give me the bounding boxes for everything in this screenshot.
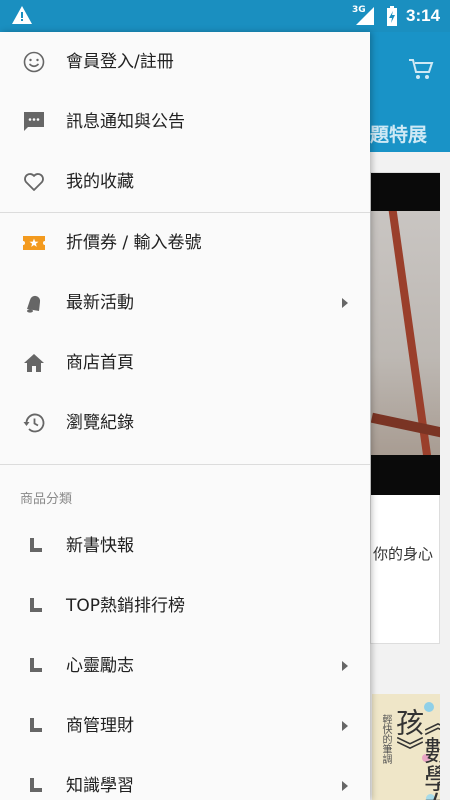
drawer-item-label: 我的收藏: [66, 172, 134, 192]
submenu-arrow-icon: [342, 781, 348, 791]
subcategory-icon: [30, 598, 42, 612]
subcategory-icon: [30, 778, 42, 792]
home-icon: [24, 354, 44, 372]
drawer-item-events[interactable]: 最新活動: [0, 273, 370, 333]
cart-icon[interactable]: [408, 57, 434, 81]
drawer-item-label: 瀏覽紀錄: [66, 413, 134, 433]
heart-icon: [24, 173, 44, 191]
category-item-knowledge[interactable]: 知識學習: [0, 756, 370, 800]
subcategory-icon: [30, 658, 42, 672]
signal-icon: [356, 7, 374, 25]
book-subtitle: 輕快的筆調: [380, 714, 391, 764]
submenu-arrow-icon: [342, 721, 348, 731]
battery-icon: [387, 6, 397, 26]
category-item-inspiration[interactable]: 心靈勵志: [0, 636, 370, 696]
promo-caption: 你的身心: [373, 545, 434, 563]
drawer-item-notifications[interactable]: 訊息通知與公告: [0, 92, 370, 152]
category-section-header: 商品分類: [20, 492, 73, 507]
smiley-icon: [23, 51, 45, 73]
drawer-item-label: 最新活動: [66, 293, 134, 313]
submenu-arrow-icon: [342, 298, 348, 308]
drawer-item-coupon[interactable]: 折價券 / 輸入卷號: [0, 213, 370, 273]
category-item-label: 知識學習: [66, 776, 134, 796]
drawer-item-favorites[interactable]: 我的收藏: [0, 152, 370, 212]
drawer-item-label: 商店首頁: [66, 353, 134, 373]
category-item-new-books[interactable]: 新書快報: [0, 516, 370, 576]
book-cover[interactable]: 《數學女孩》 輕快的筆調: [372, 694, 440, 800]
warning-icon: [12, 6, 32, 24]
category-item-top-sellers[interactable]: TOP熱銷排行榜: [0, 576, 370, 636]
status-bar: 3G 3:14: [0, 0, 450, 32]
message-icon: [24, 112, 44, 131]
coupon-icon: [23, 236, 45, 250]
submenu-arrow-icon: [342, 661, 348, 671]
promo-card[interactable]: 你的身心: [370, 172, 440, 644]
category-item-label: 商管理財: [66, 716, 134, 736]
drawer-item-label: 折價券 / 輸入卷號: [66, 233, 202, 253]
drawer-item-label: 會員登入/註冊: [66, 52, 174, 72]
history-icon: [23, 413, 45, 433]
divider: [0, 464, 370, 465]
drawer-item-store-home[interactable]: 商店首頁: [0, 333, 370, 393]
subcategory-icon: [30, 538, 42, 552]
drawer-item-login[interactable]: 會員登入/註冊: [0, 32, 370, 92]
clock: 3:14: [406, 6, 441, 25]
category-item-label: 新書快報: [66, 536, 134, 556]
bell-icon: [27, 295, 41, 313]
category-item-label: 心靈勵志: [66, 656, 134, 676]
subcategory-icon: [30, 718, 42, 732]
book-title: 《數學女孩》: [392, 708, 440, 800]
drawer-item-label: 訊息通知與公告: [66, 112, 185, 132]
navigation-drawer: 會員登入/註冊 訊息通知與公告 我的收藏 折價券 / 輸入卷號 最新活動 商店首…: [0, 32, 370, 800]
promo-image: [371, 211, 440, 455]
banner-title: 題特展: [370, 124, 428, 146]
category-item-business[interactable]: 商管理財: [0, 696, 370, 756]
category-item-label: TOP熱銷排行榜: [66, 596, 186, 616]
drawer-item-history[interactable]: 瀏覽紀錄: [0, 393, 370, 453]
